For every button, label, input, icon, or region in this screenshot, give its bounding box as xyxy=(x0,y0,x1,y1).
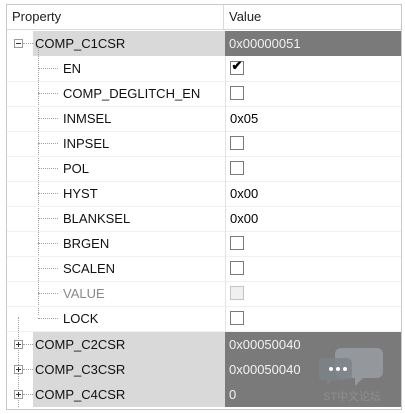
field-row-hyst[interactable]: HYST 0x00 xyxy=(7,181,401,207)
checkbox[interactable] xyxy=(230,261,244,275)
checkmark-icon: ✔ xyxy=(231,58,243,73)
checkbox[interactable] xyxy=(230,236,244,250)
register-value[interactable]: 0x00000051 xyxy=(225,31,401,56)
tree-line xyxy=(38,68,58,69)
checkbox[interactable] xyxy=(230,311,244,325)
field-row-inmsel[interactable]: INMSEL 0x05 xyxy=(7,106,401,132)
property-column-header[interactable]: Property xyxy=(7,5,224,29)
field-name: EN xyxy=(63,61,82,76)
value-column-header[interactable]: Value xyxy=(224,5,401,29)
field-row-comp-deglitch-en[interactable]: COMP_DEGLITCH_EN xyxy=(7,81,401,107)
tree-line xyxy=(38,293,58,294)
field-value xyxy=(225,281,401,306)
field-value[interactable] xyxy=(225,156,401,181)
checkbox[interactable] xyxy=(230,86,244,100)
tree-line xyxy=(38,268,58,269)
tree-line xyxy=(38,118,58,119)
field-value[interactable]: 0x00 xyxy=(225,206,401,231)
chat-bubbles-icon xyxy=(318,348,383,386)
field-name: LOCK xyxy=(63,311,99,326)
field-row-scalen[interactable]: SCALEN xyxy=(7,256,401,282)
expand-icon[interactable] xyxy=(14,340,23,349)
field-value[interactable] xyxy=(225,231,401,256)
checkbox xyxy=(230,286,244,300)
tree-line xyxy=(38,143,58,144)
register-name: COMP_C2CSR xyxy=(35,337,126,352)
register-name: COMP_C3CSR xyxy=(35,362,126,377)
field-row-brgen[interactable]: BRGEN xyxy=(7,231,401,257)
field-row-inpsel[interactable]: INPSEL xyxy=(7,131,401,157)
field-row-value[interactable]: VALUE xyxy=(7,281,401,307)
field-row-pol[interactable]: POL xyxy=(7,156,401,182)
checkbox[interactable]: ✔ xyxy=(230,58,244,75)
field-name: SCALEN xyxy=(63,261,116,276)
grid-header: Property Value xyxy=(7,5,401,30)
field-value[interactable]: ✔ xyxy=(225,56,401,81)
register-row-comp-c1csr[interactable]: COMP_C1CSR 0x00000051 xyxy=(7,31,401,56)
checkbox[interactable] xyxy=(230,136,244,150)
register-name: COMP_C1CSR xyxy=(35,36,126,51)
field-row-lock[interactable]: LOCK xyxy=(7,306,401,332)
field-value[interactable] xyxy=(225,131,401,156)
field-value[interactable] xyxy=(225,256,401,281)
field-name: BRGEN xyxy=(63,236,110,251)
field-name: HYST xyxy=(63,186,98,201)
watermark: ST中文论坛 xyxy=(318,346,399,408)
field-value[interactable] xyxy=(225,306,401,331)
field-row-en[interactable]: EN ✔ xyxy=(7,56,401,82)
field-name: COMP_DEGLITCH_EN xyxy=(63,86,201,101)
field-value[interactable]: 0x00 xyxy=(225,181,401,206)
field-name: BLANKSEL xyxy=(63,211,131,226)
field-value[interactable] xyxy=(225,81,401,106)
field-row-blanksel[interactable]: BLANKSEL 0x00 xyxy=(7,206,401,232)
expand-icon[interactable] xyxy=(14,390,23,399)
tree-line xyxy=(38,243,58,244)
collapse-icon[interactable] xyxy=(14,39,23,48)
field-name: INMSEL xyxy=(63,111,112,126)
watermark-text: ST中文论坛 xyxy=(323,391,382,403)
expand-icon[interactable] xyxy=(14,365,23,374)
tree-line xyxy=(38,93,58,94)
tree-line xyxy=(38,218,58,219)
tree-line xyxy=(38,193,58,194)
register-name: COMP_C4CSR xyxy=(35,387,126,402)
field-name: VALUE xyxy=(63,286,105,301)
field-name: INPSEL xyxy=(63,136,110,151)
tree-line xyxy=(38,168,58,169)
field-name: POL xyxy=(63,161,90,176)
checkbox[interactable] xyxy=(230,161,244,175)
tree-line xyxy=(38,318,58,319)
field-value[interactable]: 0x05 xyxy=(225,106,401,131)
